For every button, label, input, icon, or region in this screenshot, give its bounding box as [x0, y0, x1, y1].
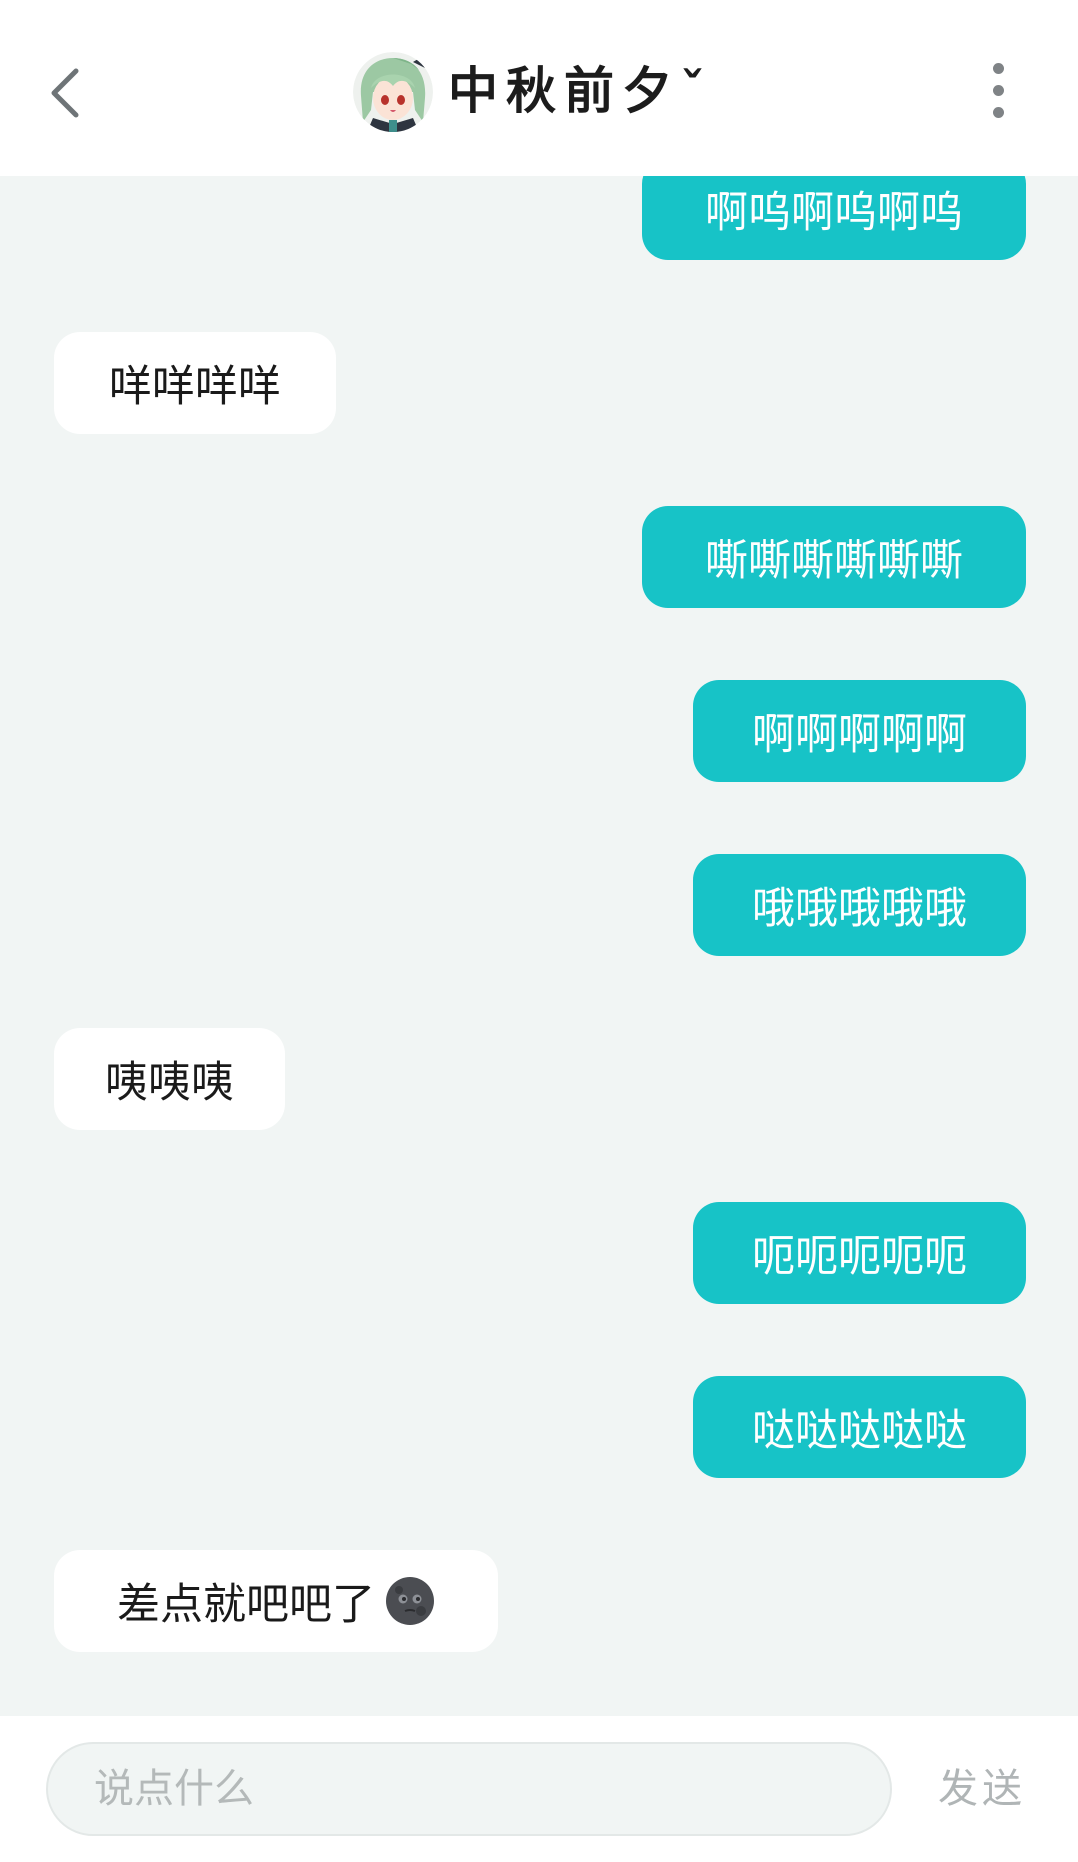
message-bubble-incoming[interactable]: 咩咩咩咩: [54, 332, 336, 434]
more-options-button[interactable]: [978, 60, 1018, 120]
message-bubble-outgoing[interactable]: 哒哒哒哒哒: [693, 1376, 1026, 1478]
avatar[interactable]: [353, 52, 433, 132]
more-vertical-icon-dot: [992, 84, 1004, 96]
new-moon-face-emoji: [386, 1577, 434, 1625]
chat-header: 中秋前夕ˇ: [0, 0, 1078, 176]
message-input[interactable]: [46, 1742, 892, 1836]
message-bubble-outgoing[interactable]: 哦哦哦哦哦: [693, 854, 1026, 956]
message-text: 呃呃呃呃呃: [752, 1232, 967, 1282]
message-text: 咩咩咩咩: [109, 362, 281, 412]
message-text: 啊呜啊呜啊呜: [705, 188, 963, 238]
message-bubble-outgoing[interactable]: 嘶嘶嘶嘶嘶嘶: [642, 506, 1026, 608]
chevron-left-icon: [51, 68, 79, 118]
message-text: 哦哦哦哦哦: [752, 884, 967, 934]
message-list[interactable]: 啊呜啊呜啊呜 咩咩咩咩 嘶嘶嘶嘶嘶嘶 啊啊啊啊啊 哦哦哦哦哦 咦咦咦 呃呃呃呃呃…: [0, 176, 1078, 1716]
message-bubble-outgoing[interactable]: 呃呃呃呃呃: [693, 1202, 1026, 1304]
composer-bar: 发送: [0, 1716, 1078, 1862]
message-bubble-incoming[interactable]: 咦咦咦: [54, 1028, 285, 1130]
message-text: 嘶嘶嘶嘶嘶嘶: [705, 536, 963, 586]
message-text: 哒哒哒哒哒: [752, 1406, 967, 1456]
back-button[interactable]: [40, 58, 90, 128]
message-text: 啊啊啊啊啊: [752, 710, 967, 760]
send-button[interactable]: 发送: [938, 1756, 1026, 1822]
message-text: 咦咦咦: [105, 1058, 234, 1108]
more-vertical-icon-dot: [992, 106, 1004, 118]
message-bubble-outgoing[interactable]: 啊呜啊呜啊呜: [642, 176, 1026, 260]
chat-title: 中秋前夕ˇ: [448, 61, 713, 120]
message-bubble-incoming[interactable]: 差点就吧吧了: [54, 1550, 498, 1652]
message-text: 差点就吧吧了: [117, 1580, 375, 1630]
message-bubble-outgoing[interactable]: 啊啊啊啊啊: [693, 680, 1026, 782]
anime-avatar-image: [353, 52, 433, 132]
more-vertical-icon: [992, 62, 1004, 74]
